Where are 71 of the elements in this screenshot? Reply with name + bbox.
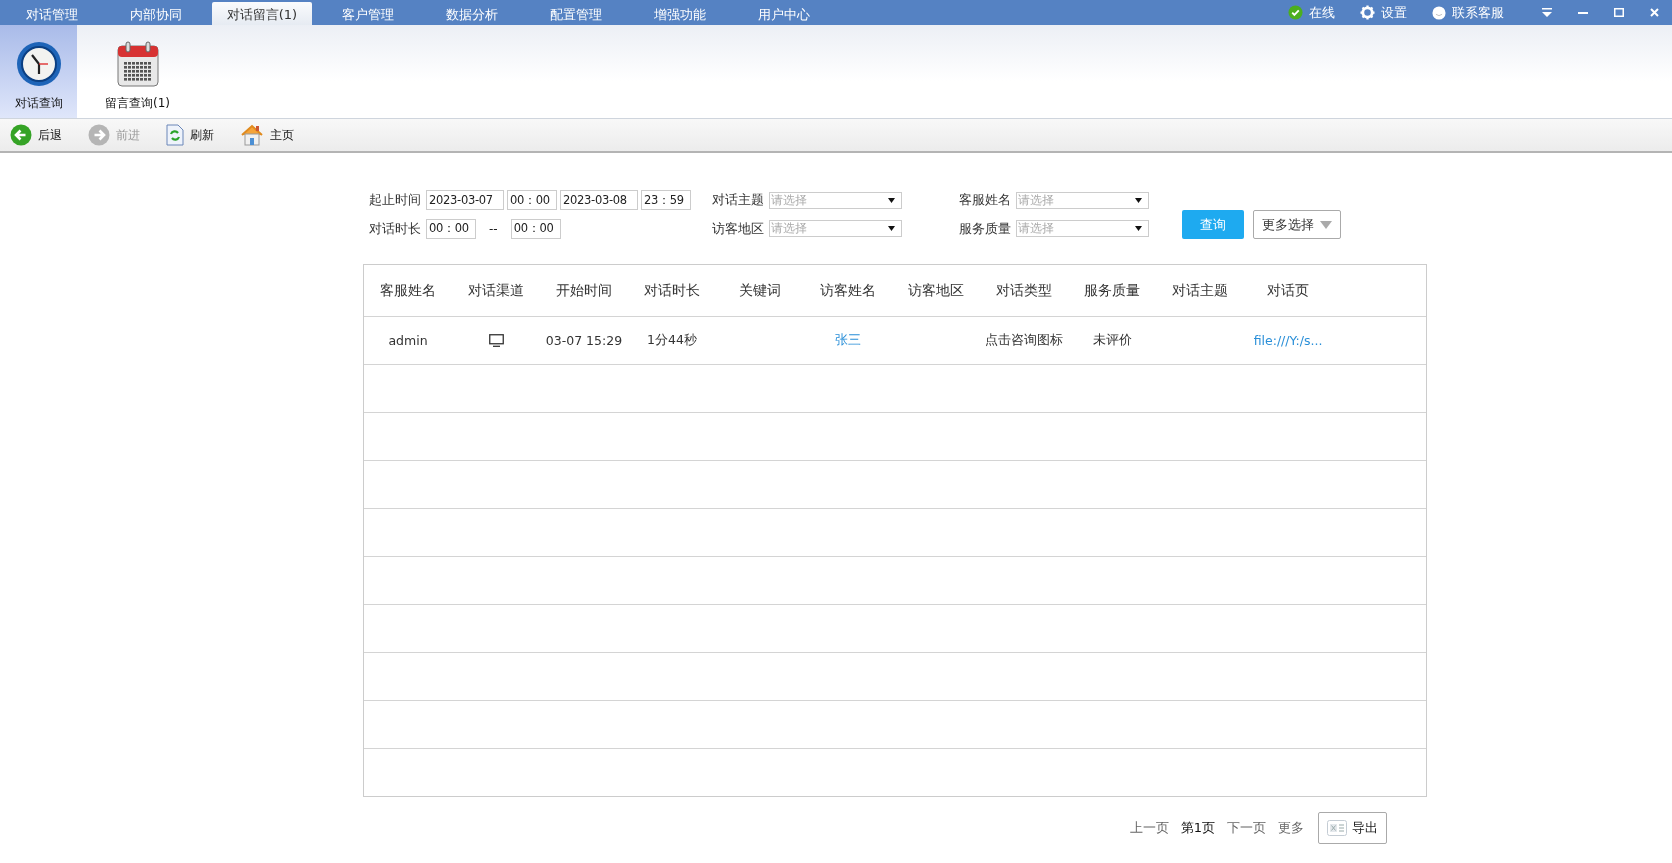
top-tab[interactable]: 配置管理 bbox=[524, 2, 628, 25]
caret-icon bbox=[1135, 226, 1142, 231]
top-tab[interactable]: 内部协同 bbox=[104, 2, 208, 25]
filter-label: 客服姓名 bbox=[959, 191, 1011, 209]
visitor-link[interactable]: 张三 bbox=[835, 332, 861, 349]
filter-label: 对话时长 bbox=[369, 219, 421, 238]
table-cell-text: 未评价 bbox=[1091, 332, 1133, 349]
start-date-field[interactable]: 2023-03-07 bbox=[426, 190, 504, 210]
spreadsheet-icon bbox=[1327, 820, 1347, 836]
column-header: 客服姓名 bbox=[379, 281, 437, 300]
calendar-icon bbox=[116, 41, 159, 87]
pagination-link[interactable]: 第1页 bbox=[1180, 819, 1215, 837]
top-tab[interactable]: 数据分析 bbox=[420, 2, 524, 25]
settings-icon bbox=[1360, 5, 1375, 20]
table-cell-text: admin bbox=[387, 333, 429, 348]
end-time-field[interactable]: 23：59 bbox=[641, 190, 691, 210]
column-header: 服务质量 bbox=[1083, 281, 1141, 300]
filter-label: 起止时间 bbox=[369, 191, 421, 209]
monitor-icon bbox=[488, 334, 504, 347]
column-header: 访客姓名 bbox=[819, 281, 877, 300]
range-separator: -- bbox=[489, 221, 498, 236]
column-header: 对话页 bbox=[1266, 281, 1310, 300]
caret-icon bbox=[888, 226, 895, 231]
top-tab[interactable]: 对话管理 bbox=[0, 2, 104, 25]
check-icon bbox=[1288, 5, 1303, 20]
top-tab[interactable]: 用户中心 bbox=[732, 2, 836, 25]
back-button[interactable]: 后退 bbox=[10, 124, 62, 146]
caret-icon bbox=[1135, 197, 1142, 203]
column-header: 开始时间 bbox=[555, 281, 613, 300]
page-link[interactable]: file:///Y:/s... bbox=[1253, 333, 1323, 348]
filter-label: 服务质量 bbox=[959, 219, 1011, 238]
clock-icon bbox=[15, 41, 62, 87]
contact-button[interactable]: 联系客服 bbox=[1432, 3, 1504, 22]
column-header: 对话主题 bbox=[1171, 281, 1229, 300]
start-time-field[interactable]: 00：00 bbox=[507, 190, 557, 210]
table-cell-text: 03-07 15:29 bbox=[544, 333, 624, 348]
dropdown-icon[interactable] bbox=[1542, 8, 1552, 17]
module-button[interactable]: 对话查询 bbox=[0, 25, 77, 118]
more-options-button[interactable]: 更多选择 bbox=[1253, 210, 1341, 239]
module-button[interactable]: 留言查询(1) bbox=[97, 25, 178, 118]
caret-icon bbox=[888, 197, 895, 203]
top-tab[interactable]: 增强功能 bbox=[628, 2, 732, 25]
duration-to-field[interactable]: 00：00 bbox=[510, 218, 561, 239]
end-date-field[interactable]: 2023-03-08 bbox=[560, 190, 638, 210]
filter-label: 对话主题 bbox=[712, 191, 764, 209]
export-button[interactable]: 导出 bbox=[1318, 812, 1387, 844]
status-button[interactable]: 在线 bbox=[1288, 3, 1335, 22]
refresh-button[interactable]: 刷新 bbox=[166, 124, 214, 146]
duration-from-field[interactable]: 00：00 bbox=[426, 218, 476, 239]
column-header: 对话渠道 bbox=[467, 281, 525, 300]
table-cell-text: 点击咨询图标 bbox=[984, 332, 1064, 349]
home-button[interactable]: 主页 bbox=[240, 124, 294, 146]
minimize-icon[interactable] bbox=[1578, 11, 1588, 14]
maximize-icon[interactable] bbox=[1614, 8, 1624, 17]
filter-label: 访客地区 bbox=[712, 219, 764, 238]
pagination-link[interactable]: 上一页 bbox=[1129, 819, 1169, 837]
top-tab[interactable]: 对话留言(1) bbox=[212, 2, 312, 25]
column-header: 关键词 bbox=[738, 281, 782, 300]
refresh-icon bbox=[166, 124, 184, 146]
pagination-link[interactable]: 下一页 bbox=[1227, 819, 1266, 837]
settings-button[interactable]: 设置 bbox=[1360, 3, 1407, 22]
top-tab[interactable]: 客户管理 bbox=[316, 2, 420, 25]
caret-icon bbox=[1320, 220, 1332, 229]
column-header: 对话类型 bbox=[995, 281, 1053, 300]
column-header: 访客地区 bbox=[907, 281, 965, 300]
chat-bubble-icon bbox=[1432, 5, 1446, 20]
pagination-link[interactable]: 更多 bbox=[1278, 819, 1304, 837]
house-icon bbox=[240, 124, 264, 146]
table-cell-text: 1分44秒 bbox=[646, 332, 698, 349]
close-icon[interactable] bbox=[1650, 8, 1659, 17]
column-header: 对话时长 bbox=[643, 281, 701, 300]
